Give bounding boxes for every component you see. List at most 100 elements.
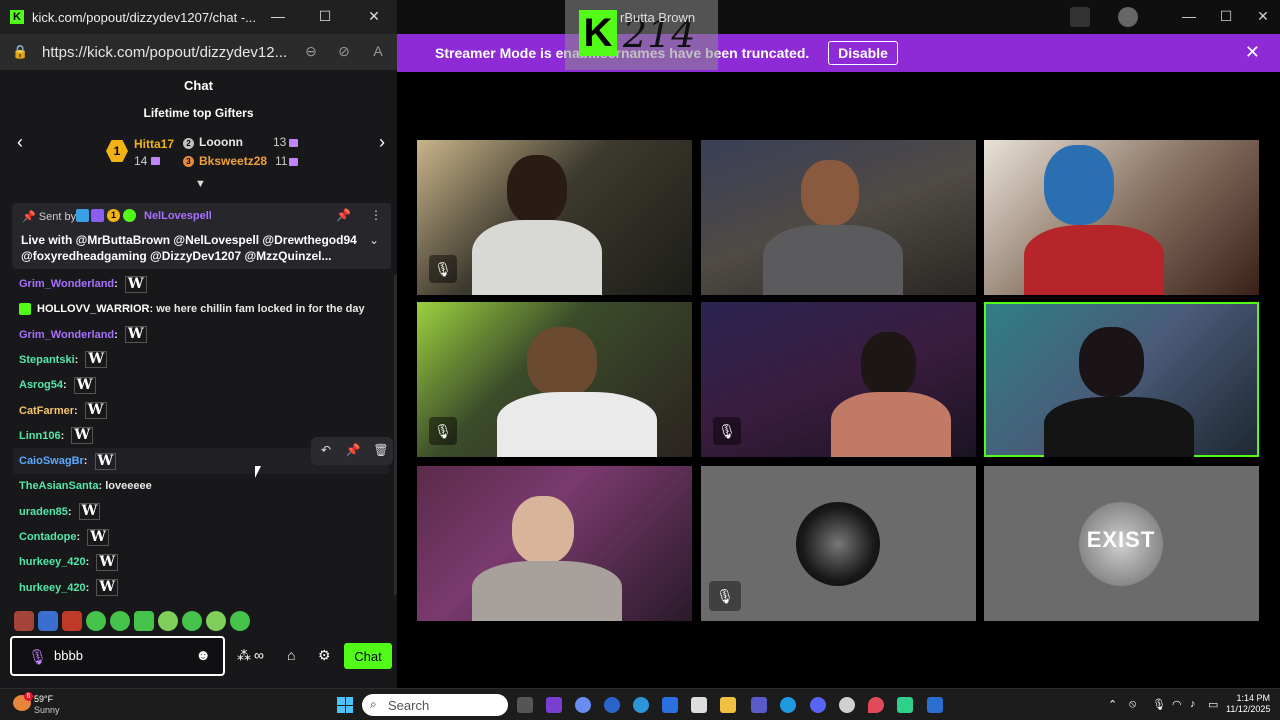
video-tile[interactable] — [417, 466, 692, 621]
minimize-icon[interactable]: — — [268, 8, 288, 24]
close-icon[interactable]: ✕ — [1253, 8, 1273, 25]
chat-message[interactable]: CatFarmer: W — [19, 401, 107, 421]
hp-icon[interactable] — [604, 697, 620, 713]
notifications-off-icon[interactable]: ⦸ — [1129, 698, 1136, 711]
collapse-chevron-icon[interactable]: ▼ — [195, 178, 206, 190]
app-icon[interactable] — [897, 697, 913, 713]
maximize-icon[interactable]: ☐ — [1216, 8, 1236, 25]
video-tile-avatar[interactable]: EXIST — [984, 466, 1259, 621]
chat-message[interactable]: uraden85: W — [19, 502, 101, 522]
tracking-prevention-icon[interactable]: ⊘ — [335, 43, 353, 60]
weather-condition[interactable]: Sunny — [34, 705, 60, 715]
read-aloud-icon[interactable]: A — [369, 43, 387, 59]
more-options-icon[interactable]: ⋮ — [370, 208, 382, 222]
chat-username[interactable]: Stepantski — [19, 354, 75, 366]
chat-username[interactable]: hurkeey_420 — [19, 582, 86, 594]
chevron-up-icon[interactable]: ⌃ — [1108, 698, 1117, 711]
video-tile[interactable]: 🎙 — [417, 140, 692, 295]
copilot-icon[interactable] — [575, 697, 591, 713]
scrollbar[interactable] — [394, 275, 397, 595]
camera-icon[interactable] — [1070, 7, 1090, 27]
chat-username[interactable]: uraden85 — [19, 506, 68, 518]
chat-username[interactable]: CatFarmer — [19, 405, 74, 417]
video-tile[interactable] — [701, 140, 976, 295]
chat-message[interactable]: Grim_Wonderland: W — [19, 274, 147, 294]
chat-message[interactable]: hurkeey_420: W — [19, 578, 119, 598]
video-tile[interactable]: 🎙 — [417, 302, 692, 457]
emoji-icon[interactable]: ☻ — [195, 647, 211, 664]
minimize-icon[interactable]: — — [1179, 8, 1199, 24]
emote-icon[interactable] — [14, 611, 34, 631]
store-icon[interactable] — [691, 697, 707, 713]
edge-icon[interactable] — [780, 697, 796, 713]
chat-username[interactable]: Contadope — [19, 531, 76, 543]
store-icon[interactable]: ⌂ — [287, 647, 295, 663]
w-emote-icon[interactable]: W — [94, 452, 117, 470]
chat-username[interactable]: Linn106 — [19, 430, 61, 442]
volume-icon[interactable]: ♪ — [1190, 698, 1196, 710]
w-emote-icon[interactable]: W — [124, 326, 147, 344]
microphone-icon[interactable]: 🎙 — [1152, 698, 1166, 711]
pin-icon[interactable]: 📌 — [345, 443, 361, 457]
chevron-right-icon[interactable]: › — [372, 132, 392, 153]
teams-icon[interactable] — [751, 697, 767, 713]
emote-icon[interactable] — [230, 611, 250, 631]
pinned-username[interactable]: NelLovespell — [144, 210, 212, 222]
task-view-icon[interactable] — [517, 697, 533, 713]
battery-icon[interactable]: ▭ — [1208, 698, 1218, 711]
reply-icon[interactable]: ↶ — [318, 443, 334, 457]
url-text[interactable]: https://kick.com/popout/dizzydev12... — [42, 44, 287, 61]
video-tile[interactable] — [984, 140, 1259, 295]
emote-icon[interactable] — [110, 611, 130, 631]
zoom-app-icon[interactable] — [662, 697, 678, 713]
disable-button[interactable]: Disable — [828, 41, 898, 65]
chat-username[interactable]: Grim_Wonderland — [19, 278, 114, 290]
emote-icon[interactable] — [134, 611, 154, 631]
chat-username[interactable]: TheAsianSanta — [19, 480, 98, 492]
w-emote-icon[interactable]: W — [124, 275, 147, 293]
gifter-name[interactable]: Looonn — [199, 135, 243, 149]
file-explorer-icon[interactable] — [720, 697, 736, 713]
emote-icon[interactable] — [86, 611, 106, 631]
w-emote-icon[interactable]: W — [96, 553, 119, 571]
app-icon[interactable] — [546, 697, 562, 713]
chat-message-input[interactable] — [54, 648, 174, 663]
chat-message[interactable]: hurkeey_420: W — [19, 552, 119, 572]
discord-icon[interactable] — [810, 697, 826, 713]
address-bar[interactable]: 🔒 https://kick.com/popout/dizzydev12... … — [0, 34, 397, 70]
chat-message[interactable]: Linn106: W — [19, 426, 94, 446]
chat-message[interactable]: TheAsianSanta: loveeeee — [19, 476, 152, 496]
w-emote-icon[interactable]: W — [96, 579, 119, 597]
close-icon[interactable]: ✕ — [364, 8, 384, 25]
chat-message[interactable]: Asrog54: W — [19, 375, 96, 395]
video-tile-avatar[interactable] — [701, 466, 976, 621]
help-icon[interactable] — [1118, 7, 1138, 27]
w-emote-icon[interactable]: W — [84, 402, 107, 420]
w-emote-icon[interactable]: W — [71, 427, 94, 445]
zoom-icon[interactable]: ⊖ — [302, 43, 320, 60]
send-chat-button[interactable]: Chat — [344, 643, 392, 669]
taskbar-search[interactable]: ⌕ Search — [362, 694, 508, 716]
chevron-left-icon[interactable]: ‹ — [10, 132, 30, 153]
video-tile-active-speaker[interactable] — [984, 302, 1259, 457]
close-icon[interactable]: ✕ — [1245, 42, 1260, 63]
chat-username[interactable]: Asrog54 — [19, 379, 63, 391]
w-emote-icon[interactable]: W — [87, 528, 109, 546]
clock[interactable]: 1:14 PM 11/12/2025 — [1226, 693, 1270, 715]
temperature[interactable]: 59°F — [34, 694, 53, 704]
chat-message[interactable]: HOLLOVV_WARRIOR: we here chillin fam loc… — [19, 299, 365, 319]
chat-message[interactable]: Grim_Wonderland: W — [19, 325, 147, 345]
chat-input-box[interactable]: 🎙 ☻ — [10, 636, 225, 676]
app-icon[interactable] — [927, 697, 943, 713]
chat-username[interactable]: Grim_Wonderland — [19, 329, 114, 341]
start-button[interactable] — [337, 697, 353, 713]
emote-icon[interactable] — [38, 611, 58, 631]
emote-icon[interactable] — [158, 611, 178, 631]
chat-username[interactable]: HOLLOVV_WARRIOR — [37, 303, 149, 315]
chat-username[interactable]: CaioSwagBr — [19, 455, 84, 467]
w-emote-icon[interactable]: W — [78, 503, 101, 521]
settings-icon[interactable] — [839, 697, 855, 713]
emote-icon[interactable] — [62, 611, 82, 631]
app-icon[interactable] — [633, 697, 649, 713]
gifter-name[interactable]: Bksweetz28 — [199, 154, 267, 168]
